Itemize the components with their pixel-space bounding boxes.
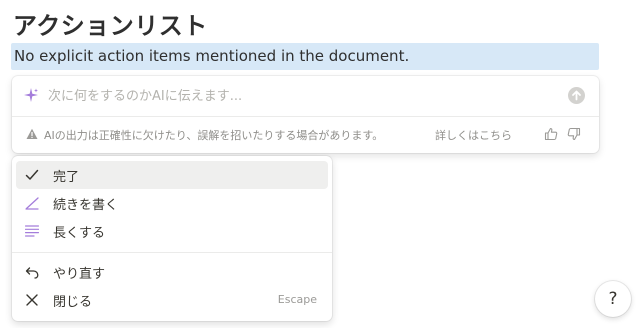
menu-item-shortcut: Escape: [277, 293, 317, 306]
ai-warning-text: AIの出力は正確性に欠けたり、誤解を招いたりする場合があります。: [44, 129, 384, 142]
check-icon: [25, 169, 39, 180]
close-icon: [26, 294, 38, 306]
ai-actions-menu: 完了 続きを書く 長くする やり直す 閉じる Escape: [12, 156, 332, 321]
thumbs-up-icon[interactable]: [544, 127, 558, 141]
menu-item-label: 続きを書く: [53, 198, 119, 213]
selected-text: No explicit action items mentioned in th…: [14, 47, 410, 65]
send-button[interactable]: [568, 87, 585, 104]
menu-item-done[interactable]: 完了: [16, 161, 328, 189]
thumbs-down-icon[interactable]: [567, 127, 581, 141]
menu-item-close[interactable]: 閉じる Escape: [16, 286, 328, 314]
help-button[interactable]: ?: [595, 281, 631, 317]
pencil-icon: [25, 197, 39, 210]
menu-item-label: 長くする: [53, 226, 106, 241]
menu-item-label: やり直す: [53, 267, 106, 282]
menu-item-retry[interactable]: やり直す: [16, 258, 328, 286]
selected-text-block[interactable]: No explicit action items mentioned in th…: [11, 43, 599, 70]
menu-item-label: 完了: [53, 170, 80, 185]
ai-prompt-input[interactable]: [46, 85, 550, 107]
sparkle-icon: [24, 88, 38, 102]
menu-item-label: 閉じる: [53, 295, 93, 310]
menu-divider: [12, 252, 332, 253]
menu-item-continue-writing[interactable]: 続きを書く: [16, 189, 328, 217]
arrow-up-icon: [572, 90, 581, 101]
ai-input-row: [12, 76, 599, 115]
ai-prompt-panel: AIの出力は正確性に欠けたり、誤解を招いたりする場合があります。 詳しくはこちら: [12, 76, 599, 153]
learn-more-link[interactable]: 詳しくはこちら: [435, 127, 512, 143]
undo-icon: [25, 267, 39, 279]
ai-disclaimer-footer: AIの出力は正確性に欠けたり、誤解を招いたりする場合があります。 詳しくはこちら: [12, 117, 599, 153]
lines-icon: [25, 225, 39, 237]
page-heading: アクションリスト: [13, 12, 208, 40]
menu-item-make-longer[interactable]: 長くする: [16, 217, 328, 245]
warning-icon: [26, 128, 38, 139]
